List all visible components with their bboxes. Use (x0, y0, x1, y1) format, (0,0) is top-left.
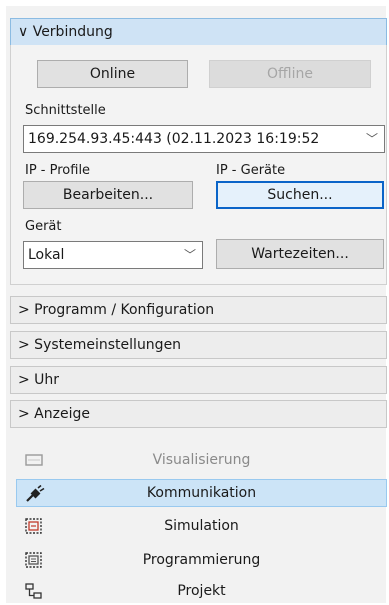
ip-profiles-label: IP - Profile (25, 163, 91, 178)
plug-icon (26, 485, 45, 502)
section-header-system-settings[interactable]: > Systemeinstellungen (10, 331, 387, 359)
nav-item-simulation[interactable]: Simulation (16, 512, 387, 540)
interface-value: 169.254.93.45:443 (02.11.2023 16:19:52 (28, 131, 320, 147)
nav-item-kommunikation[interactable]: Kommunikation (16, 479, 387, 507)
nav-label: Visualisierung (152, 452, 251, 468)
edit-profiles-button[interactable]: Bearbeiten... (23, 181, 193, 209)
device-label: Gerät (25, 219, 62, 234)
nav-label: Projekt (177, 583, 226, 599)
section-header-verbindung[interactable]: ∨ Verbindung (10, 18, 387, 46)
section-header-clock[interactable]: > Uhr (10, 366, 387, 394)
project-tree-icon (25, 583, 42, 599)
online-button[interactable]: Online (37, 60, 188, 88)
ip-devices-label: IP - Geräte (216, 163, 286, 178)
nav-item-visualisierung[interactable]: Visualisierung (16, 446, 387, 474)
section-header-program-config[interactable]: > Programm / Konfiguration (10, 296, 387, 324)
interface-select[interactable]: 169.254.93.45:443 (02.11.2023 16:19:52 ﹀ (23, 125, 385, 153)
programming-icon (25, 552, 42, 568)
nav-label: Simulation (164, 518, 239, 534)
device-value: Lokal (28, 247, 65, 263)
chevron-down-icon: ﹀ (361, 126, 378, 152)
wait-times-button[interactable]: Wartezeiten... (216, 239, 384, 269)
nav-item-projekt[interactable]: Projekt (16, 577, 387, 605)
nav-label: Kommunikation (146, 485, 257, 501)
search-devices-button[interactable]: Suchen... (216, 181, 384, 209)
offline-button[interactable]: Offline (209, 60, 371, 88)
chevron-down-icon: ﹀ (183, 248, 196, 262)
interface-label: Schnittstelle (25, 103, 106, 118)
simulation-icon (25, 518, 42, 534)
monitor-icon (25, 454, 43, 466)
nav-item-programmierung[interactable]: Programmierung (16, 546, 387, 574)
section-body-verbindung: Online Offline Schnittstelle 169.254.93.… (10, 45, 387, 285)
nav-label: Programmierung (142, 552, 261, 568)
device-select[interactable]: Lokal ﹀ (23, 241, 203, 269)
section-header-display[interactable]: > Anzeige (10, 400, 387, 428)
